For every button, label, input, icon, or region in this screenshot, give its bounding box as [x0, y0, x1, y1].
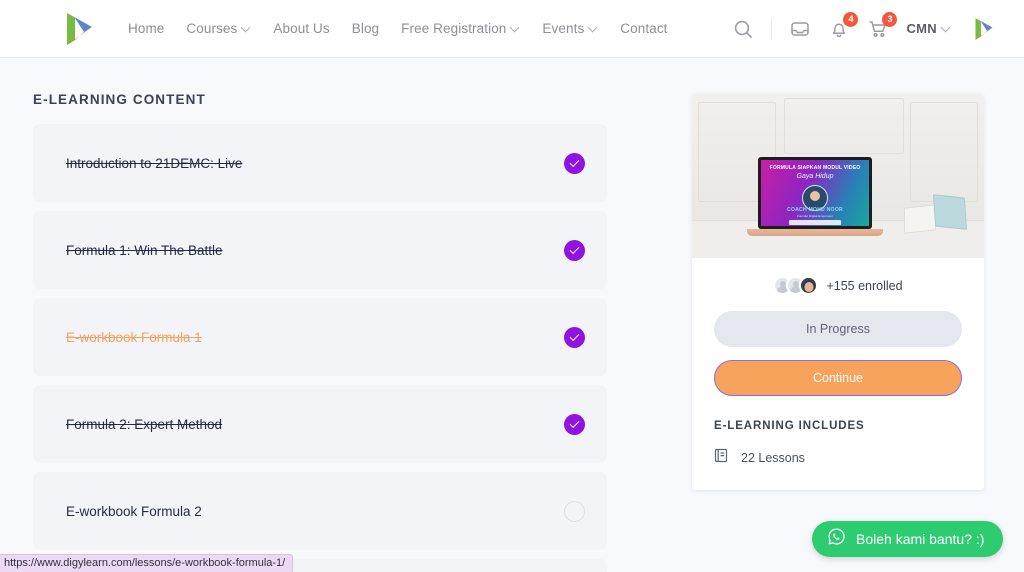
- continue-button[interactable]: Continue: [714, 360, 962, 396]
- notification-badge: 4: [843, 11, 859, 27]
- chevron-down-icon: [242, 23, 251, 32]
- nav-label: About Us: [273, 21, 330, 36]
- header-divider: [771, 17, 773, 40]
- nav-item-contact[interactable]: Contact: [620, 21, 667, 36]
- thumb-screen-subtitle: Gaya Hidup: [796, 173, 834, 180]
- search-icon[interactable]: [732, 18, 754, 40]
- nav-label: Contact: [620, 21, 668, 36]
- lesson-complete-icon[interactable]: [564, 152, 585, 174]
- includes-heading: E-LEARNING INCLUDES: [714, 420, 865, 432]
- page-title: E-LEARNING CONTENT: [33, 92, 206, 107]
- lesson-title: Formula 2: Expert Method: [66, 416, 223, 432]
- nav-label: Free Registration: [401, 21, 507, 36]
- nav-item-blog[interactable]: Blog: [352, 21, 379, 36]
- whatsapp-label: Boleh kami bantu? :): [856, 531, 985, 547]
- cart-badge: 3: [882, 11, 898, 27]
- nav-label: Courses: [186, 21, 238, 36]
- nav-item-home[interactable]: Home: [128, 21, 164, 36]
- thumb-screen-url-bar: [789, 220, 841, 225]
- nav-label: Blog: [351, 21, 380, 36]
- chevron-down-icon: [589, 23, 598, 32]
- course-card-body: +155 enrolled In Progress Continue E-LEA…: [692, 258, 984, 490]
- lesson-list: Introduction to 21DEMC: Live Formula 1: …: [33, 124, 607, 572]
- avatar: [799, 276, 819, 295]
- cart-icon[interactable]: 3: [867, 11, 898, 40]
- lesson-title: Formula 1: Win The Battle: [66, 242, 223, 258]
- list-item[interactable]: E-workbook Formula 1: [33, 298, 607, 376]
- nav-item-free-registration[interactable]: Free Registration: [401, 21, 520, 36]
- book-icon: [714, 448, 728, 468]
- list-item[interactable]: Introduction to 21DEMC: Live: [33, 124, 607, 202]
- nav-label: Home: [128, 21, 165, 36]
- user-avatar-logo-icon[interactable]: [968, 14, 998, 44]
- course-thumbnail-image: FORMULA SIAPKAN MODUL VIDEO Gaya Hidup C…: [692, 94, 984, 258]
- page-root: Home Courses About Us Blog Free Registra…: [0, 0, 1024, 572]
- status-badge[interactable]: In Progress: [714, 311, 962, 347]
- includes-item: 22 Lessons: [714, 448, 962, 468]
- site-header: Home Courses About Us Blog Free Registra…: [0, 0, 1024, 58]
- header-actions: 4 3 CMN: [732, 11, 998, 44]
- enrolled-count-label: +155 enrolled: [826, 278, 903, 293]
- list-item[interactable]: Formula 1: Win The Battle: [33, 211, 607, 289]
- nav-item-about-us[interactable]: About Us: [273, 21, 329, 36]
- lesson-title: E-workbook Formula 1: [66, 329, 202, 345]
- list-item[interactable]: Formula 2: Expert Method: [33, 385, 607, 463]
- enrolled-summary: +155 enrolled: [714, 276, 962, 295]
- digylearn-play-logo-icon[interactable]: [56, 6, 102, 52]
- status-bar-url: https://www.digylearn.com/lessons/e-work…: [0, 554, 294, 572]
- bell-icon[interactable]: 4: [828, 11, 859, 40]
- laptop-illustration: FORMULA SIAPKAN MODUL VIDEO Gaya Hidup C…: [747, 157, 883, 236]
- lesson-complete-icon[interactable]: [564, 239, 585, 261]
- notebook-illustration: [904, 192, 968, 234]
- language-selector[interactable]: CMN: [906, 21, 951, 36]
- chevron-down-icon: [942, 23, 951, 32]
- list-item[interactable]: E-workbook Formula 2: [33, 472, 607, 550]
- lesson-title: E-workbook Formula 2: [66, 503, 202, 519]
- lesson-title: Introduction to 21DEMC: Live: [66, 155, 243, 171]
- nav-item-courses[interactable]: Courses: [186, 21, 251, 36]
- main-navigation: Home Courses About Us Blog Free Registra…: [128, 21, 668, 36]
- language-label: CMN: [906, 21, 937, 36]
- whatsapp-chat-button[interactable]: Boleh kami bantu? :): [812, 521, 1004, 557]
- includes-label: 22 Lessons: [741, 451, 805, 465]
- nav-label: Events: [542, 21, 585, 36]
- chevron-down-icon: [511, 23, 520, 32]
- course-sidebar-card: FORMULA SIAPKAN MODUL VIDEO Gaya Hidup C…: [692, 94, 984, 490]
- lesson-incomplete-icon[interactable]: [564, 500, 585, 522]
- lesson-complete-icon[interactable]: [564, 326, 585, 348]
- thumb-screen-role: Founder Digital Empreneur: [796, 214, 834, 218]
- lesson-complete-icon[interactable]: [564, 413, 585, 435]
- inbox-icon[interactable]: [789, 18, 811, 40]
- nav-item-events[interactable]: Events: [542, 21, 598, 36]
- thumb-screen-coach: COACH MOHD NOOR: [787, 207, 843, 213]
- thumb-screen-title: FORMULA SIAPKAN MODUL VIDEO: [769, 165, 861, 171]
- whatsapp-icon: [827, 527, 846, 551]
